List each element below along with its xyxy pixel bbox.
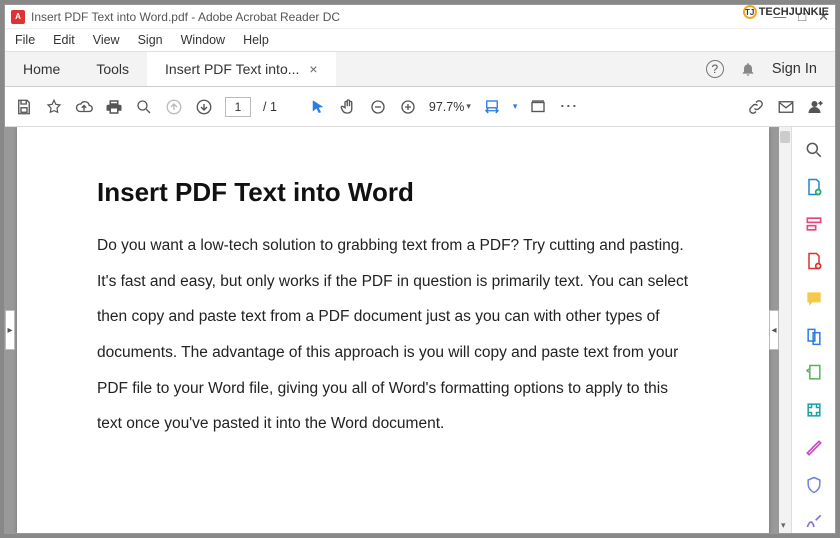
zoom-value: 97.7% bbox=[429, 100, 464, 114]
vertical-scrollbar[interactable]: ▾ bbox=[779, 127, 791, 533]
zoom-out-icon[interactable] bbox=[369, 98, 387, 116]
create-pdf-tool-icon[interactable] bbox=[803, 251, 825, 272]
tab-tools[interactable]: Tools bbox=[78, 52, 147, 86]
cloud-upload-icon[interactable] bbox=[75, 98, 93, 116]
pdf-app-icon: A bbox=[11, 10, 25, 24]
add-person-icon[interactable] bbox=[807, 98, 825, 116]
left-panel-toggle[interactable]: ▸ bbox=[5, 310, 15, 350]
read-mode-icon[interactable] bbox=[529, 98, 547, 116]
menu-view[interactable]: View bbox=[93, 33, 120, 47]
fill-sign-tool-icon[interactable] bbox=[803, 512, 825, 533]
document-body: Do you want a low-tech solution to grabb… bbox=[97, 228, 689, 442]
star-icon[interactable] bbox=[45, 98, 63, 116]
chevron-down-icon: ▾ bbox=[466, 101, 471, 112]
page-up-icon[interactable] bbox=[165, 98, 183, 116]
right-panel-toggle[interactable]: ◂ bbox=[769, 310, 779, 350]
menu-sign[interactable]: Sign bbox=[138, 33, 163, 47]
share-link-icon[interactable] bbox=[747, 98, 765, 116]
brand-name: TECHJUNKIE bbox=[759, 6, 829, 18]
find-icon[interactable] bbox=[135, 98, 153, 116]
scroll-thumb[interactable] bbox=[780, 131, 790, 143]
page-number-input[interactable] bbox=[225, 97, 251, 117]
comment-tool-icon[interactable] bbox=[803, 288, 825, 309]
hand-pan-icon[interactable] bbox=[339, 98, 357, 116]
edit-pdf-tool-icon[interactable] bbox=[803, 214, 825, 235]
tabstrip: Home Tools Insert PDF Text into... × ? S… bbox=[5, 51, 835, 87]
tab-document-active[interactable]: Insert PDF Text into... × bbox=[147, 52, 336, 86]
menu-edit[interactable]: Edit bbox=[53, 33, 75, 47]
app-window: TJ TECHJUNKIE A Insert PDF Text into Wor… bbox=[4, 4, 836, 534]
tab-document-label: Insert PDF Text into... bbox=[165, 61, 299, 77]
tab-tools-label: Tools bbox=[96, 61, 129, 77]
protect-tool-icon[interactable] bbox=[803, 474, 825, 495]
brand-logo-icon: TJ bbox=[743, 5, 757, 19]
selection-arrow-icon[interactable] bbox=[309, 98, 327, 116]
zoom-in-icon[interactable] bbox=[399, 98, 417, 116]
document-viewport[interactable]: Insert PDF Text into Word Do you want a … bbox=[5, 127, 791, 533]
page-total-label: / 1 bbox=[263, 100, 277, 114]
combine-files-tool-icon[interactable] bbox=[803, 325, 825, 346]
page-down-icon[interactable] bbox=[195, 98, 213, 116]
window-title: Insert PDF Text into Word.pdf - Adobe Ac… bbox=[31, 10, 773, 24]
tab-close-icon[interactable]: × bbox=[309, 61, 317, 77]
menu-help[interactable]: Help bbox=[243, 33, 269, 47]
more-tools-icon[interactable]: ⋯ bbox=[559, 96, 579, 117]
toolbar: / 1 97.7%▾ ▾ ⋯ bbox=[5, 87, 835, 127]
document-title: Insert PDF Text into Word bbox=[97, 177, 689, 208]
save-icon[interactable] bbox=[15, 98, 33, 116]
document-page: Insert PDF Text into Word Do you want a … bbox=[17, 127, 769, 533]
zoom-level-dropdown[interactable]: 97.7%▾ bbox=[429, 100, 471, 114]
workspace: Insert PDF Text into Word Do you want a … bbox=[5, 127, 835, 533]
notifications-icon[interactable] bbox=[740, 61, 756, 77]
menu-file[interactable]: File bbox=[15, 33, 35, 47]
email-icon[interactable] bbox=[777, 98, 795, 116]
help-icon[interactable]: ? bbox=[706, 60, 724, 78]
export-pdf-tool-icon[interactable] bbox=[803, 176, 825, 197]
right-tools-rail bbox=[791, 127, 835, 533]
fit-dropdown-icon[interactable]: ▾ bbox=[513, 101, 518, 112]
compress-pdf-tool-icon[interactable] bbox=[803, 400, 825, 421]
sign-in-button[interactable]: Sign In bbox=[772, 61, 817, 77]
tab-home[interactable]: Home bbox=[5, 52, 78, 86]
titlebar: A Insert PDF Text into Word.pdf - Adobe … bbox=[5, 5, 835, 29]
redact-tool-icon[interactable] bbox=[803, 437, 825, 458]
print-icon[interactable] bbox=[105, 98, 123, 116]
organize-pages-tool-icon[interactable] bbox=[803, 363, 825, 384]
tab-home-label: Home bbox=[23, 61, 60, 77]
fit-width-icon[interactable] bbox=[483, 98, 501, 116]
search-tool-icon[interactable] bbox=[803, 139, 825, 160]
menu-window[interactable]: Window bbox=[181, 33, 225, 47]
watermark-brand: TJ TECHJUNKIE bbox=[743, 5, 829, 19]
menubar: File Edit View Sign Window Help bbox=[5, 29, 835, 51]
scroll-down-arrow-icon[interactable]: ▾ bbox=[781, 520, 786, 531]
